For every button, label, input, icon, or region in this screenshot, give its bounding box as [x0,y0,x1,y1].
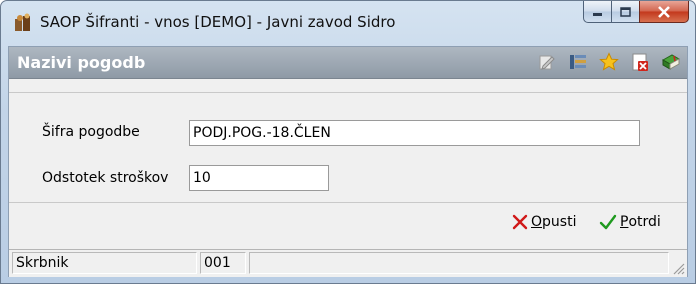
confirm-label: otrdi [628,214,661,230]
maximize-button[interactable] [611,1,639,23]
list-view-icon[interactable] [568,52,588,72]
header-toolbar [537,52,681,72]
cancel-accesskey: O [531,214,543,230]
resize-grip-icon[interactable] [671,261,685,275]
checkmark-icon [599,214,617,230]
form-title: Nazivi pogodb [17,53,146,72]
cancel-x-icon [512,214,528,230]
edit-icon[interactable] [537,52,557,72]
maximize-icon [619,6,631,17]
odstotek-stroskov-input[interactable]: 10 [189,165,329,191]
application-window: SAOP Šifranti - vnos [DEMO] - Javni zavo… [0,0,696,284]
status-user: Skrbnik [12,252,197,274]
status-extra [249,252,669,274]
sifra-pogodbe-input[interactable]: PODJ.POG.-18.ČLEN [189,120,640,146]
status-code: 001 [200,252,246,274]
window-title: SAOP Šifranti - vnos [DEMO] - Javni zavo… [40,13,396,31]
book-icon[interactable] [661,52,681,72]
form-panel: Nazivi pogodb Šifra pogodbe PODJ.POG.-18… [8,46,688,277]
app-logo-icon [15,13,30,31]
divider [9,92,687,93]
minimize-button[interactable] [583,1,611,23]
divider [9,202,687,203]
cancel-button[interactable]: Opusti [512,210,576,234]
delete-icon[interactable] [630,52,650,72]
status-bar: Skrbnik 001 [9,249,687,277]
star-icon[interactable] [599,52,619,72]
form-header: Nazivi pogodb [9,47,687,79]
close-button[interactable] [639,1,689,23]
title-bar[interactable]: SAOP Šifranti - vnos [DEMO] - Javni zavo… [1,1,695,45]
window-controls [583,1,689,23]
close-icon [658,5,670,18]
minimize-icon [592,12,602,16]
sifra-pogodbe-label: Šifra pogodbe [42,124,140,140]
odstotek-stroskov-label: Odstotek stroškov [42,170,169,186]
confirm-accesskey: P [620,214,629,230]
confirm-button[interactable]: Potrdi [599,210,661,234]
cancel-label: pusti [542,214,577,230]
